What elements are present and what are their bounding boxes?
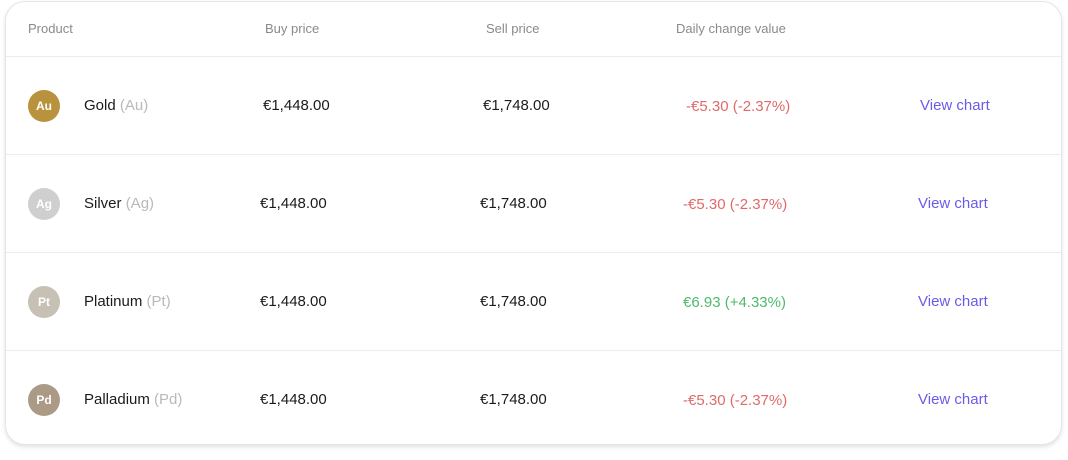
- product-symbol: (Pd): [154, 391, 183, 408]
- buy-price-value: €1,448.00: [260, 293, 327, 310]
- platinum-avatar: Pt: [28, 286, 60, 318]
- product-symbol: (Ag): [125, 195, 155, 212]
- product-symbol: (Au): [119, 97, 149, 114]
- product-name-cell: Platinum (Pt): [84, 293, 171, 310]
- sell-price-value: €1,748.00: [480, 391, 547, 408]
- daily-change-value: €6.93 (+4.33%): [683, 294, 786, 311]
- table-header: Product Buy price Sell price Daily chang…: [6, 2, 1061, 57]
- buy-price-value: €1,448.00: [263, 97, 330, 114]
- header-sell-price: Sell price: [486, 21, 540, 36]
- buy-price-value: €1,448.00: [260, 195, 327, 212]
- product-name-cell: Gold (Au): [84, 97, 148, 114]
- product-name-cell: Palladium (Pd): [84, 391, 182, 408]
- view-chart-link[interactable]: View chart: [918, 293, 988, 310]
- header-daily-change: Daily change value: [676, 21, 786, 36]
- product-symbol: (Pt): [146, 293, 171, 310]
- daily-change-value: -€5.30 (-2.37%): [683, 196, 788, 213]
- sell-price-value: €1,748.00: [480, 293, 547, 310]
- table-row-platinum: Pt Platinum (Pt) €1,448.00 €1,748.00 €6.…: [6, 253, 1061, 351]
- view-chart-link[interactable]: View chart: [918, 391, 988, 408]
- prices-table: Product Buy price Sell price Daily chang…: [5, 1, 1062, 445]
- daily-change-value: -€5.30 (-2.37%): [686, 98, 791, 115]
- silver-avatar: Ag: [28, 188, 60, 220]
- daily-change-value: -€5.30 (-2.37%): [683, 392, 788, 409]
- buy-price-value: €1,448.00: [260, 391, 327, 408]
- palladium-avatar: Pd: [28, 384, 60, 416]
- view-chart-link[interactable]: View chart: [918, 195, 988, 212]
- product-name-cell: Silver (Ag): [84, 195, 154, 212]
- product-name: Palladium: [84, 391, 150, 408]
- product-name: Silver: [84, 195, 122, 212]
- table-row-gold: Au Gold (Au) €1,448.00 €1,748.00 -€5.30 …: [6, 57, 1061, 155]
- product-name: Gold: [84, 97, 116, 114]
- view-chart-link[interactable]: View chart: [920, 97, 990, 114]
- header-buy-price: Buy price: [265, 21, 320, 36]
- sell-price-value: €1,748.00: [483, 97, 550, 114]
- sell-price-value: €1,748.00: [480, 195, 547, 212]
- gold-avatar: Au: [28, 90, 60, 122]
- table-row-palladium: Pd Palladium (Pd) €1,448.00 €1,748.00 -€…: [6, 351, 1061, 444]
- product-name: Platinum: [84, 293, 143, 310]
- header-product: Product: [28, 21, 73, 36]
- table-row-silver: Ag Silver (Ag) €1,448.00 €1,748.00 -€5.3…: [6, 155, 1061, 253]
